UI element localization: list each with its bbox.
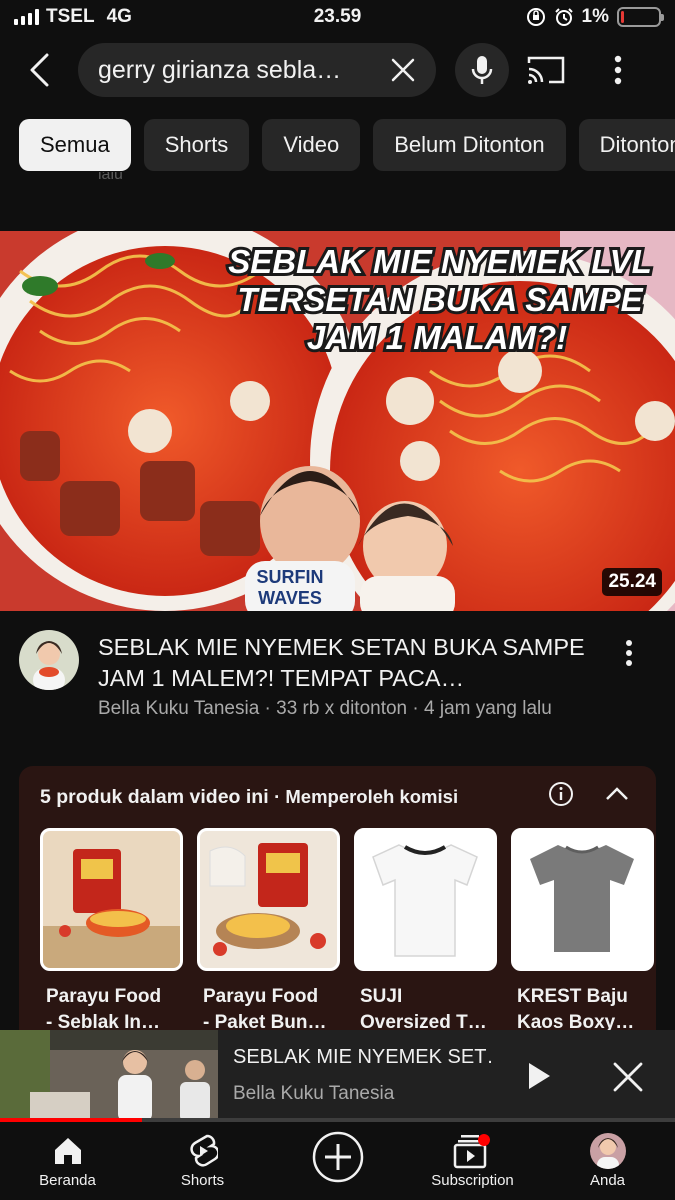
mini-player-channel: Bella Kuku Tanesia: [233, 1083, 395, 1104]
product-image: [511, 828, 654, 971]
close-icon[interactable]: [608, 1057, 648, 1097]
more-vertical-icon[interactable]: [600, 50, 636, 90]
mini-player-title[interactable]: SEBLAK MIE NYEMEK SET…: [233, 1046, 493, 1069]
signal-icon: [14, 9, 39, 25]
home-icon: [52, 1132, 84, 1170]
carrier-name: TSEL: [46, 6, 95, 27]
channel-avatar[interactable]: [19, 630, 79, 690]
thumbnail-caption-3: JAM 1 MALAM?!: [307, 319, 567, 356]
product-card[interactable]: Parayu Food - Seblak In…: [40, 828, 183, 1036]
play-icon[interactable]: [520, 1058, 556, 1094]
mini-player[interactable]: SEBLAK MIE NYEMEK SET… Bella Kuku Tanesi…: [0, 1030, 675, 1122]
product-name-line1: KREST Baju: [517, 986, 628, 1007]
video-thumbnail[interactable]: SURFIN WAVES SEBLAK MIE NYEMEK LVL TERSE…: [0, 231, 675, 611]
product-name-line1: Parayu Food: [46, 986, 162, 1007]
more-vertical-icon[interactable]: [612, 636, 646, 670]
back-arrow-icon[interactable]: [20, 50, 60, 90]
product-count: 5 produk dalam video ini: [40, 786, 269, 808]
search-input[interactable]: gerry girianza sebla…: [78, 43, 436, 97]
chip-video[interactable]: Video: [262, 119, 361, 171]
nav-shorts[interactable]: Shorts: [135, 1122, 270, 1200]
notification-badge: [477, 1134, 490, 1146]
thumbnail-caption-1: SEBLAK MIE NYEMEK LVL: [228, 243, 652, 280]
nav-create[interactable]: [270, 1122, 405, 1200]
product-image: [354, 828, 497, 971]
nav-you[interactable]: Anda: [540, 1122, 675, 1200]
video-duration: 25.24: [602, 568, 662, 596]
battery-icon: [617, 7, 664, 27]
nav-you-label: Anda: [589, 1172, 626, 1189]
product-image: [40, 828, 183, 971]
close-icon[interactable]: [386, 53, 420, 87]
create-plus-icon: [311, 1128, 365, 1186]
shirt-text-2: WAVES: [258, 588, 322, 608]
thumbnail-image: SURFIN WAVES SEBLAK MIE NYEMEK LVL TERSE…: [0, 231, 675, 611]
chip-semua[interactable]: Semua: [19, 119, 131, 171]
product-card[interactable]: KREST Baju Kaos Boxy…: [511, 828, 654, 1036]
product-card[interactable]: SUJI Oversized T…: [354, 828, 497, 1036]
commission-note: · Memperoleh komisi: [274, 786, 459, 807]
avatar: [589, 1132, 627, 1170]
shorts-icon: [188, 1132, 218, 1170]
product-name-line1: Parayu Food: [203, 986, 319, 1007]
nav-shorts-label: Shorts: [180, 1172, 225, 1189]
nav-subscriptions-label: Subscription: [431, 1172, 514, 1189]
cast-icon[interactable]: [526, 52, 566, 88]
chevron-up-icon[interactable]: [603, 780, 631, 808]
chip-ditonton[interactable]: Ditonton: [578, 119, 675, 171]
product-name-line1: SUJI: [360, 986, 403, 1007]
status-bar: TSEL 4G 23.59 1%: [0, 0, 675, 34]
bottom-navigation: Beranda Shorts Subscription Anda: [0, 1122, 675, 1200]
mini-player-thumbnail[interactable]: [0, 1030, 218, 1122]
product-card[interactable]: Parayu Food - Paket Bun…: [197, 828, 340, 1036]
microphone-icon[interactable]: [455, 43, 509, 97]
shirt-text-1: SURFIN: [257, 567, 324, 587]
product-shelf: 5 produk dalam video ini · Memperoleh ko…: [19, 766, 656, 1066]
search-header: gerry girianza sebla…: [0, 40, 675, 100]
subscriptions-icon: [453, 1132, 493, 1170]
nav-home[interactable]: Beranda: [0, 1122, 135, 1200]
video-title[interactable]: SEBLAK MIE NYEMEK SETAN BUKA SAMPE JAM 1…: [98, 632, 603, 694]
search-query[interactable]: gerry girianza sebla…: [98, 56, 386, 85]
orientation-lock-icon: [526, 8, 545, 26]
product-shelf-heading: 5 produk dalam video ini · Memperoleh ko…: [40, 786, 458, 809]
video-metadata: Bella Kuku Tanesia · 33 rb x ditonton · …: [98, 698, 552, 719]
info-icon[interactable]: [547, 780, 575, 808]
previous-item-meta: lalu: [98, 172, 123, 183]
nav-subscriptions[interactable]: Subscription: [405, 1122, 540, 1200]
chip-shorts[interactable]: Shorts: [143, 119, 250, 171]
nav-home-label: Beranda: [39, 1172, 96, 1189]
thumbnail-caption-2: TERSETAN BUKA SAMPE: [237, 281, 643, 318]
battery-percent: 1%: [581, 6, 609, 27]
product-image: [197, 828, 340, 971]
filter-chips: Semua Shorts Video Belum Ditonton Ditont…: [19, 119, 675, 171]
alarm-icon: [554, 8, 573, 26]
network-type: 4G: [106, 6, 132, 27]
chip-belum-ditonton[interactable]: Belum Ditonton: [373, 119, 566, 171]
